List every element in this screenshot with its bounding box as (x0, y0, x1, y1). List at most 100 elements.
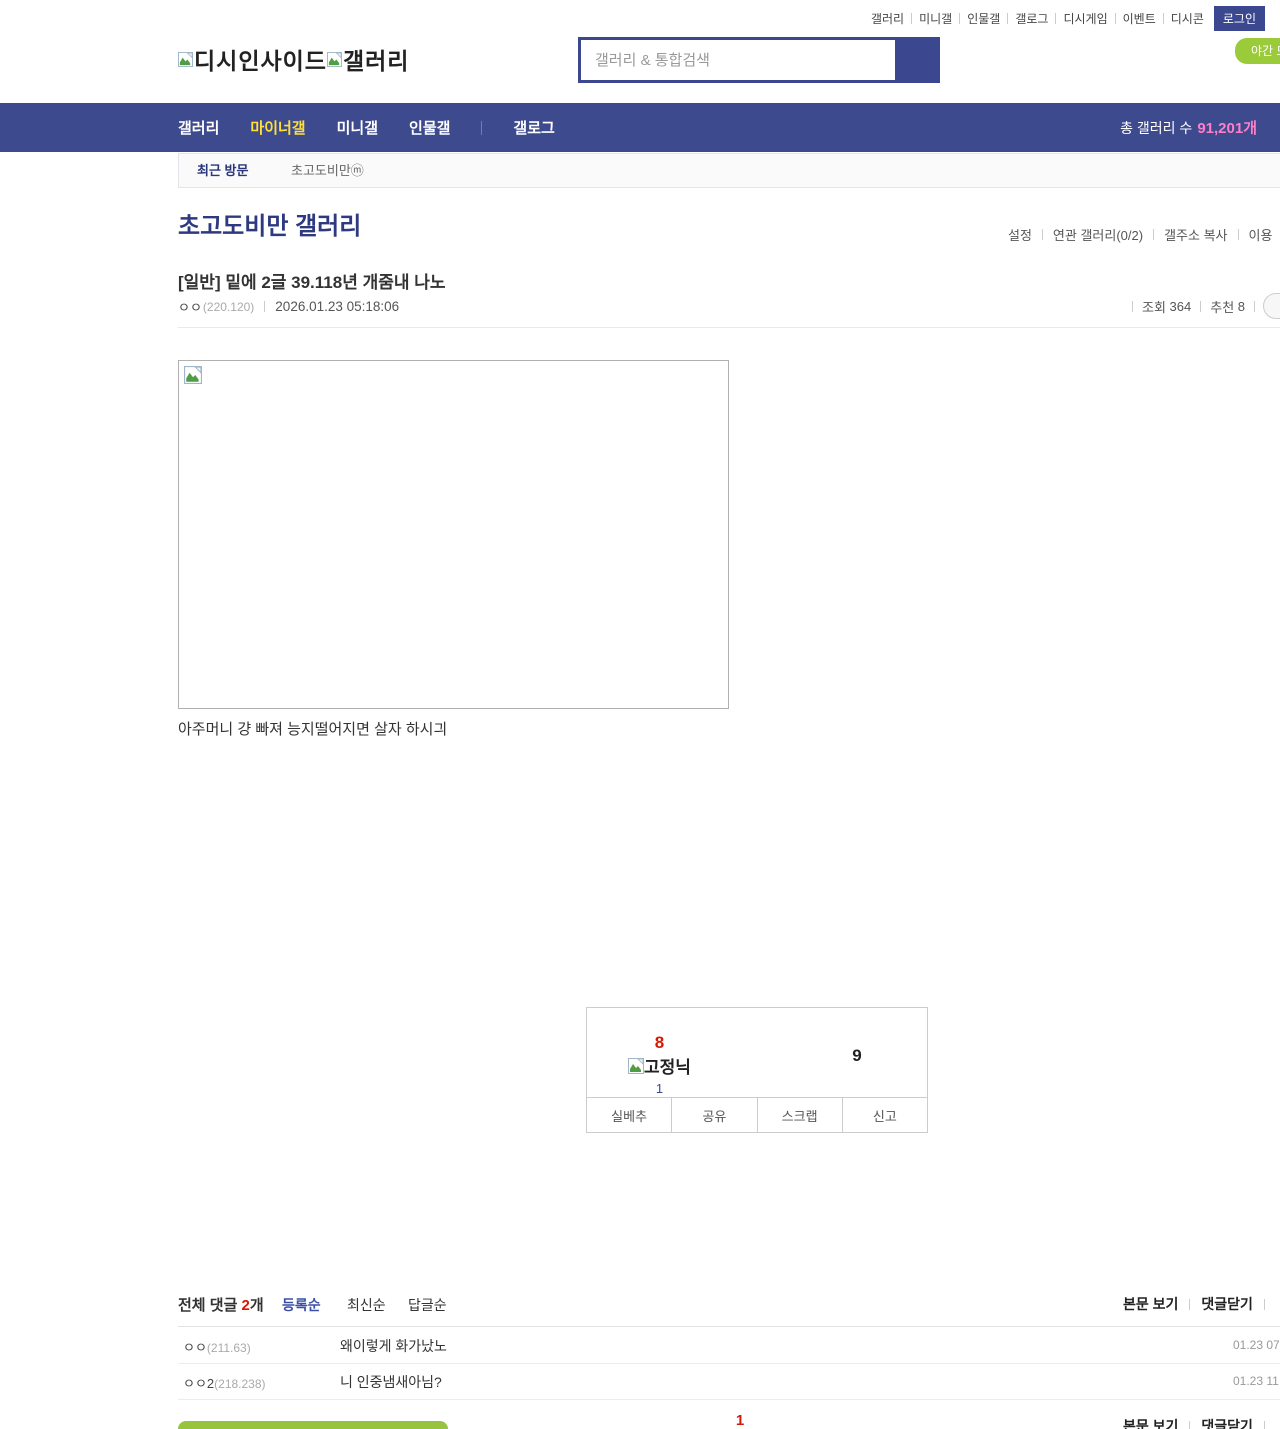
vote-button-row: 실베추 공유 스크랩 신고 (587, 1097, 927, 1132)
divider (1162, 12, 1164, 24)
comments-total: 전체 댓글 2개 (178, 1297, 264, 1314)
view-post-button[interactable]: 본문 보기 (1123, 1294, 1178, 1314)
scrap-button[interactable]: 스크랩 (756, 1098, 842, 1132)
silbechu-button[interactable]: 실베추 (587, 1098, 671, 1132)
post-title: [일반] 밑에 2글 39.118년 개줌내 나노 (178, 273, 446, 292)
search-box (578, 37, 940, 83)
views-count: 364 (1169, 299, 1192, 314)
comment-text: 왜이렇게 화가났노 (340, 1338, 447, 1354)
upvote-alt-text: 고정닉 (644, 1058, 691, 1077)
view-post-button[interactable]: 본문 보기 (1123, 1416, 1178, 1429)
top-link-gallery[interactable]: 갤러리 (871, 10, 904, 27)
divider (911, 12, 913, 24)
divider (1189, 1298, 1191, 1310)
gallery-total-count: 총 갤러리 수 91,201개 (1120, 103, 1257, 152)
gallery-settings-link[interactable]: 설정 (1008, 225, 1032, 244)
post-body-text: 아주머니 걍 빠져 능지떨어지면 살자 하시긔 (178, 721, 448, 738)
top-link-gallog[interactable]: 갤로그 (1015, 10, 1048, 27)
broken-image-icon (184, 366, 202, 384)
comment-row: ㅇㅇ(211.63) 왜이렇게 화가났노 01.23 07 (178, 1327, 1280, 1364)
comment-write-nickname-bar[interactable] (178, 1421, 448, 1429)
top-link-minigal[interactable]: 미니갤 (919, 10, 952, 27)
divider (1200, 301, 1202, 312)
upvote-button[interactable]: 고정닉 (587, 1053, 732, 1078)
comment-row: ㅇㅇ2(218.238) 니 인중냄새아님? 01.23 11 (178, 1363, 1280, 1400)
divider (481, 120, 483, 135)
copy-url-link[interactable]: 갤주소 복사 (1164, 225, 1227, 244)
comment-count-pill[interactable] (1263, 293, 1280, 319)
divider (1254, 301, 1256, 312)
post-author-ip: (220.120) (202, 299, 255, 314)
divider (1132, 301, 1133, 312)
top-link-event[interactable]: 이벤트 (1123, 10, 1156, 27)
upvote-area: 8 고정닉 1 (587, 1033, 732, 1096)
sort-registered[interactable]: 등록순 (282, 1295, 321, 1315)
broken-image-icon (326, 51, 342, 67)
top-link-persongal[interactable]: 인물갤 (967, 10, 1000, 27)
recent-visited-bar: 최근 방문 초고도비만ⓜ (178, 153, 1280, 188)
recommend-count: 8 (1237, 299, 1246, 314)
gallery-title[interactable]: 초고도비만 갤러리 (178, 206, 361, 241)
divider (1007, 12, 1009, 24)
post-date: 2026.01.23 05:18:06 (275, 299, 400, 314)
comments-total-number: 2 (241, 1297, 250, 1314)
comment-author[interactable]: ㅇㅇ(211.63) (183, 1337, 251, 1356)
recommend-label: 추천 (1210, 300, 1235, 315)
search-button[interactable] (895, 40, 937, 80)
post-meta: ㅇㅇ (220.120) 2026.01.23 05:18:06 (178, 297, 399, 316)
gallery-tool-links: 설정 연관 갤러리(0/2) 갤주소 복사 이용 (1008, 225, 1272, 244)
page: 갤러리 미니갤 인물갤 갤로그 디시게임 이벤트 디시콘 로그인 야간 모 디시… (0, 0, 1280, 1429)
nav-item-minigal[interactable]: 미니갤 (337, 117, 378, 138)
nav-item-minorgal[interactable]: 마이너갤 (250, 117, 305, 138)
close-comments-button[interactable]: 댓글닫기 (1201, 1416, 1253, 1429)
sort-newest[interactable]: 최신순 (347, 1295, 386, 1315)
main-nav-bar: 갤러리 마이너갤 미니갤 인물갤 갤로그 총 갤러리 수 91,201개 (0, 103, 1280, 152)
post-author[interactable]: ㅇㅇ (178, 297, 202, 316)
report-button[interactable]: 신고 (841, 1098, 927, 1132)
related-galleries-link[interactable]: 연관 갤러리(0/2) (1053, 225, 1143, 244)
top-link-dccon[interactable]: 디시콘 (1171, 10, 1204, 27)
login-button[interactable]: 로그인 (1213, 5, 1265, 31)
nav-item-persongal[interactable]: 인물갤 (409, 117, 450, 138)
night-mode-button[interactable]: 야간 모 (1235, 38, 1280, 64)
comment-author[interactable]: ㅇㅇ2(218.238) (183, 1373, 266, 1392)
divider (1041, 229, 1043, 240)
share-button[interactable]: 공유 (671, 1098, 756, 1132)
close-comments-button[interactable]: 댓글닫기 (1201, 1294, 1253, 1314)
fixed-nick-count: 1 (655, 1081, 664, 1096)
logo-text-2: 갤러리 (342, 48, 410, 74)
comment-author-ip: (211.63) (206, 1341, 251, 1355)
divider (959, 12, 961, 24)
top-utility-bar: 갤러리 미니갤 인물갤 갤로그 디시게임 이벤트 디시콘 로그인 (871, 5, 1265, 31)
logo-text-1: 디시인사이드 (194, 48, 327, 74)
search-input[interactable] (581, 40, 895, 80)
sort-reply[interactable]: 답글순 (408, 1295, 447, 1315)
post-stats: 조회 364 추천 8 (1123, 297, 1264, 316)
divider (1263, 1298, 1265, 1310)
site-logo[interactable]: 디시인사이드 갤러리 (178, 42, 409, 76)
comment-text: 니 인중냄새아님? (340, 1374, 442, 1390)
comment-time: 01.23 11 (1233, 1374, 1279, 1388)
recent-visited-label[interactable]: 최근 방문 (197, 154, 248, 187)
nav-item-gallog[interactable]: 갤로그 (513, 117, 554, 138)
top-link-dcgame[interactable]: 디시게임 (1063, 10, 1107, 27)
gallery-total-number: 91,201개 (1197, 120, 1257, 137)
divider (264, 301, 266, 312)
broken-image-icon (178, 51, 193, 67)
divider (1237, 229, 1239, 240)
comment-time: 01.23 07 (1233, 1338, 1280, 1352)
divider (1055, 12, 1057, 24)
guide-link[interactable]: 이용 (1249, 225, 1273, 244)
recent-gallery-link[interactable]: 초고도비만ⓜ (291, 154, 364, 187)
comments-tools-bottom: 본문 보기 댓글닫기 (1123, 1416, 1276, 1429)
upvote-count: 8 (654, 1033, 665, 1052)
downvote-count: 9 (852, 1046, 862, 1065)
divider (1114, 12, 1116, 24)
pagination-current-page[interactable]: 1 (728, 1412, 752, 1429)
nav-item-gallery[interactable]: 갤러리 (178, 117, 219, 138)
divider (1189, 1420, 1191, 1429)
vote-widget: 8 고정닉 1 9 실베추 공유 스크랩 신고 (586, 1007, 928, 1133)
comment-author-ip: (218.238) (214, 1377, 266, 1391)
post-image-placeholder[interactable] (178, 360, 729, 709)
views-label: 조회 (1142, 300, 1166, 315)
